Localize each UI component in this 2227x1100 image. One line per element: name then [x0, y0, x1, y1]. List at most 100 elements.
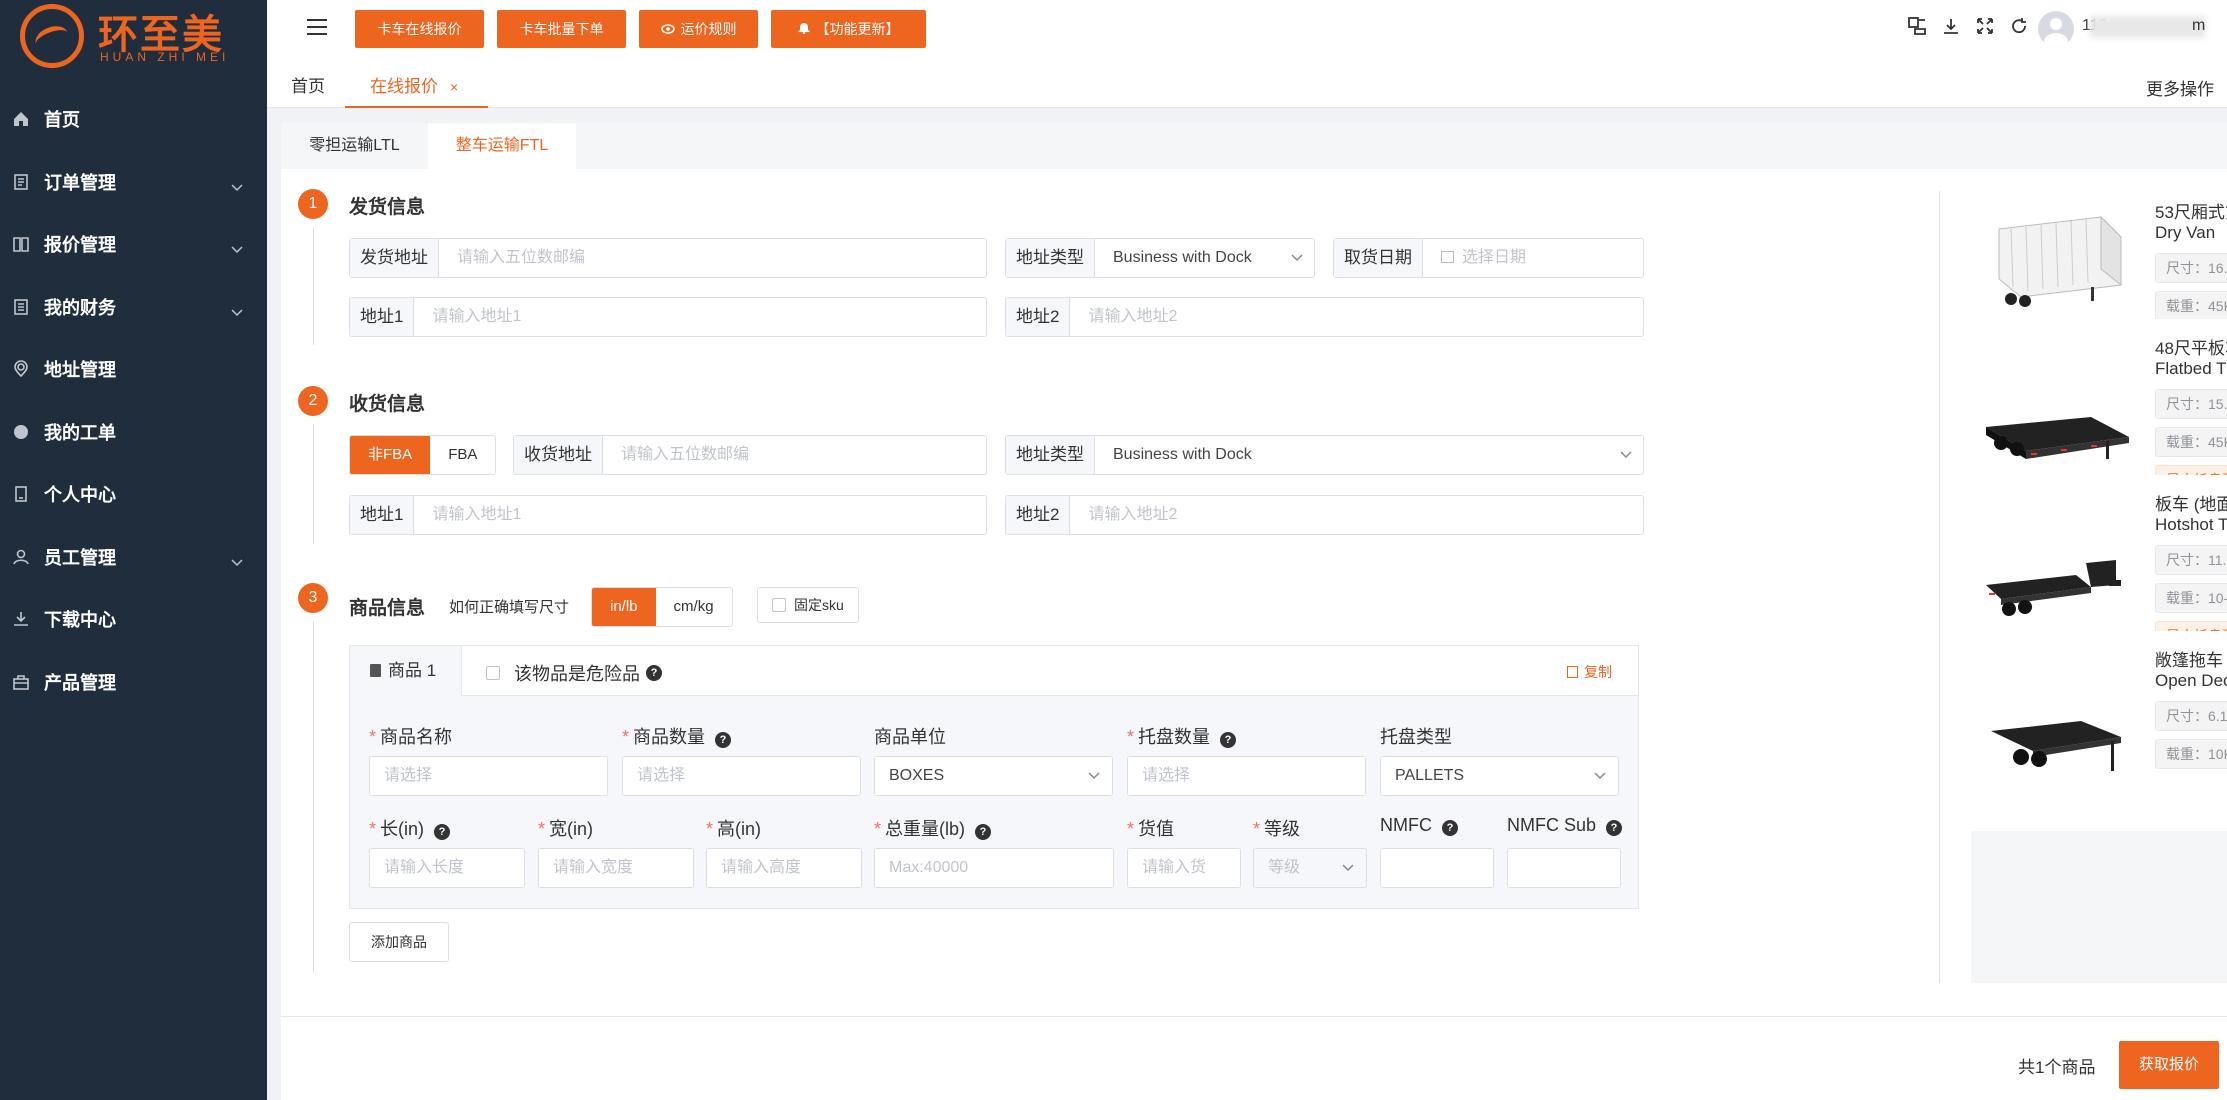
receiver-address-type-select[interactable]: 地址类型 Business with Dock [1005, 435, 1644, 475]
unit-metric-option[interactable]: cm/kg [655, 588, 732, 626]
required-mark: * [706, 819, 714, 839]
sidebar: 环至美 HUAN ZHI MEI 首页订单管理报价管理我的财务 地址管理 我的工单个… [0, 0, 267, 1100]
dimension-field-2-input[interactable]: 请输入高度 [706, 848, 862, 888]
add-product-button[interactable]: 添加商品 [349, 922, 449, 962]
product-field-3-input[interactable]: 请选择 [1127, 756, 1366, 796]
close-icon[interactable]: × [450, 79, 458, 95]
sidebar-item-8[interactable]: 下载中心 [0, 588, 267, 651]
order-icon [12, 173, 30, 191]
sidebar-item-label: 报价管理 [44, 235, 116, 256]
product-field-1-label: * 商品数量? [622, 723, 732, 749]
dangerous-label: 该物品是危险品 [514, 664, 640, 684]
truck-card[interactable]: 敞篷拖车Open Deck Trailer 尺寸：6.10m长 X 2.60m宽 … [1971, 631, 2227, 831]
tag-home[interactable]: 首页 [291, 72, 325, 97]
feature-update-button[interactable]: 【功能更新】 [771, 10, 926, 48]
step-line [313, 621, 314, 973]
tag-online-quote[interactable]: 在线报价 × [370, 72, 458, 97]
dimension-field-1-input[interactable]: 请输入宽度 [538, 848, 694, 888]
truck-batch-order-button[interactable]: 卡车批量下单 [497, 10, 626, 48]
chevron-down-icon [231, 302, 243, 316]
product-field-4-select[interactable]: PALLETS [1380, 756, 1619, 796]
logo-mark-icon [20, 4, 84, 68]
field-label: 地址2 [1006, 298, 1071, 336]
sidebar-item-7[interactable]: 员工管理 [0, 526, 267, 589]
non-fba-option[interactable]: 非FBA [350, 436, 431, 474]
refresh-icon[interactable] [2009, 16, 2029, 36]
shipper-zip-input[interactable]: 请输入五位数邮编 [439, 239, 986, 277]
receiver-zip-input[interactable]: 请输入五位数邮编 [603, 436, 986, 474]
shipper-address2-input[interactable]: 请输入地址2 [1070, 298, 1643, 336]
product-field-1-input[interactable]: 请选择 [622, 756, 861, 796]
shipper-address-type-select[interactable]: 地址类型 Business with Dock [1005, 238, 1315, 278]
product-field-2-select[interactable]: BOXES [874, 756, 1113, 796]
staff-icon [12, 548, 30, 566]
sidebar-item-1[interactable]: 订单管理 [0, 151, 267, 214]
checkbox[interactable] [772, 598, 786, 612]
sidebar-item-3[interactable]: 我的财务 [0, 276, 267, 339]
more-actions[interactable]: 更多操作 [2146, 75, 2214, 100]
help-icon[interactable]: ? [975, 824, 992, 840]
help-icon[interactable]: ? [1442, 820, 1458, 836]
unit-imperial-option[interactable]: in/lb [592, 588, 656, 626]
help-icon[interactable]: ? [646, 665, 662, 681]
pricing-rules-button[interactable]: 运价规则 [639, 10, 758, 48]
sidebar-item-9[interactable]: 产品管理 [0, 651, 267, 714]
truck-name: 53尺厢式货车Dry Van [2155, 203, 2227, 243]
help-icon[interactable]: ? [715, 732, 732, 748]
receiver-address2-input[interactable]: 请输入地址2 [1070, 496, 1643, 534]
tab-ltl[interactable]: 零担运输LTL [281, 123, 428, 169]
translate-icon[interactable] [1907, 16, 1927, 36]
truck-image [1981, 207, 2131, 317]
fixed-sku-checkbox[interactable]: 固定sku [757, 587, 859, 623]
tab-ftl[interactable]: 整车运输FTL [428, 123, 576, 169]
sidebar-item-label: 首页 [44, 110, 80, 131]
dangerous-checkbox[interactable] [486, 666, 500, 680]
dimension-field-5-select[interactable]: 等级 [1253, 848, 1367, 888]
copy-product-button[interactable]: 复制 [1567, 662, 1612, 682]
pickup-date-picker[interactable]: 取货日期 选择日期 [1333, 238, 1644, 278]
sidebar-item-6[interactable]: 个人中心 [0, 463, 267, 526]
receiver-section-title: 收货信息 [349, 394, 426, 415]
shipper-address1-input[interactable]: 请输入地址1 [414, 298, 986, 336]
get-quote-button[interactable]: 获取报价 [2119, 1041, 2219, 1089]
receiver-zip-field[interactable]: 收货地址 请输入五位数邮编 [513, 435, 987, 475]
date-input[interactable]: 选择日期 [1423, 239, 1643, 277]
sidebar-item-2[interactable]: 报价管理 [0, 213, 267, 276]
truck-name: 板车 (地面装卸，不能dock月台)Hotshot Trailer [2155, 495, 2227, 535]
dimension-field-4-input[interactable]: 请输入货 [1127, 848, 1241, 888]
product-field-0-input[interactable]: 请选择 [369, 756, 608, 796]
field-label-text: 商品名称 [380, 727, 453, 747]
help-icon[interactable]: ? [434, 824, 451, 840]
fullscreen-icon[interactable] [1975, 16, 1995, 36]
brand-logo[interactable]: 环至美 HUAN ZHI MEI [20, 0, 260, 68]
dimension-field-0-input[interactable]: 请输入长度 [369, 848, 525, 888]
truck-online-quote-button[interactable]: 卡车在线报价 [355, 10, 484, 48]
sidebar-item-5[interactable]: 我的工单 [0, 401, 267, 464]
step-line [313, 227, 314, 345]
sidebar-item-4[interactable]: 地址管理 [0, 338, 267, 401]
shipper-zip-field[interactable]: 发货地址 请输入五位数邮编 [349, 238, 987, 278]
receiver-address1-input[interactable]: 请输入地址1 [414, 496, 986, 534]
truck-name-cn: 板车 (地面装卸，不能dock月台) [2155, 495, 2227, 514]
help-icon[interactable]: ? [1220, 732, 1237, 748]
dimension-field-3-input[interactable]: Max:40000 [874, 848, 1114, 888]
product-tab[interactable]: 商品 1 [350, 646, 462, 696]
dimension-field-7-input[interactable] [1507, 848, 1621, 888]
field-label-text: 商品数量 [633, 727, 706, 747]
dimension-field-6-input[interactable] [1380, 848, 1494, 888]
menu-toggle-icon[interactable] [307, 19, 327, 37]
shipper-address2-field[interactable]: 地址2 请输入地址2 [1005, 297, 1644, 337]
truck-size-chip: 尺寸：16.00m长 X 2.40m宽 X 2.50m高 [2155, 253, 2227, 283]
fba-option[interactable]: FBA [430, 436, 496, 474]
user-avatar[interactable] [2038, 11, 2074, 47]
receiver-address1-field[interactable]: 地址1 请输入地址1 [349, 495, 987, 535]
download-icon[interactable] [1941, 16, 1961, 36]
size-help-link[interactable]: 如何正确填写尺寸 [449, 596, 569, 617]
receiver-address2-field[interactable]: 地址2 请输入地址2 [1005, 495, 1644, 535]
dangerous-goods-option[interactable]: 该物品是危险品 ? [486, 660, 662, 686]
sidebar-item-0[interactable]: 首页 [0, 88, 267, 151]
panel-divider [1939, 191, 1940, 983]
help-icon[interactable]: ? [1606, 820, 1623, 836]
bell-icon [798, 21, 810, 37]
shipper-address1-field[interactable]: 地址1 请输入地址1 [349, 297, 987, 337]
